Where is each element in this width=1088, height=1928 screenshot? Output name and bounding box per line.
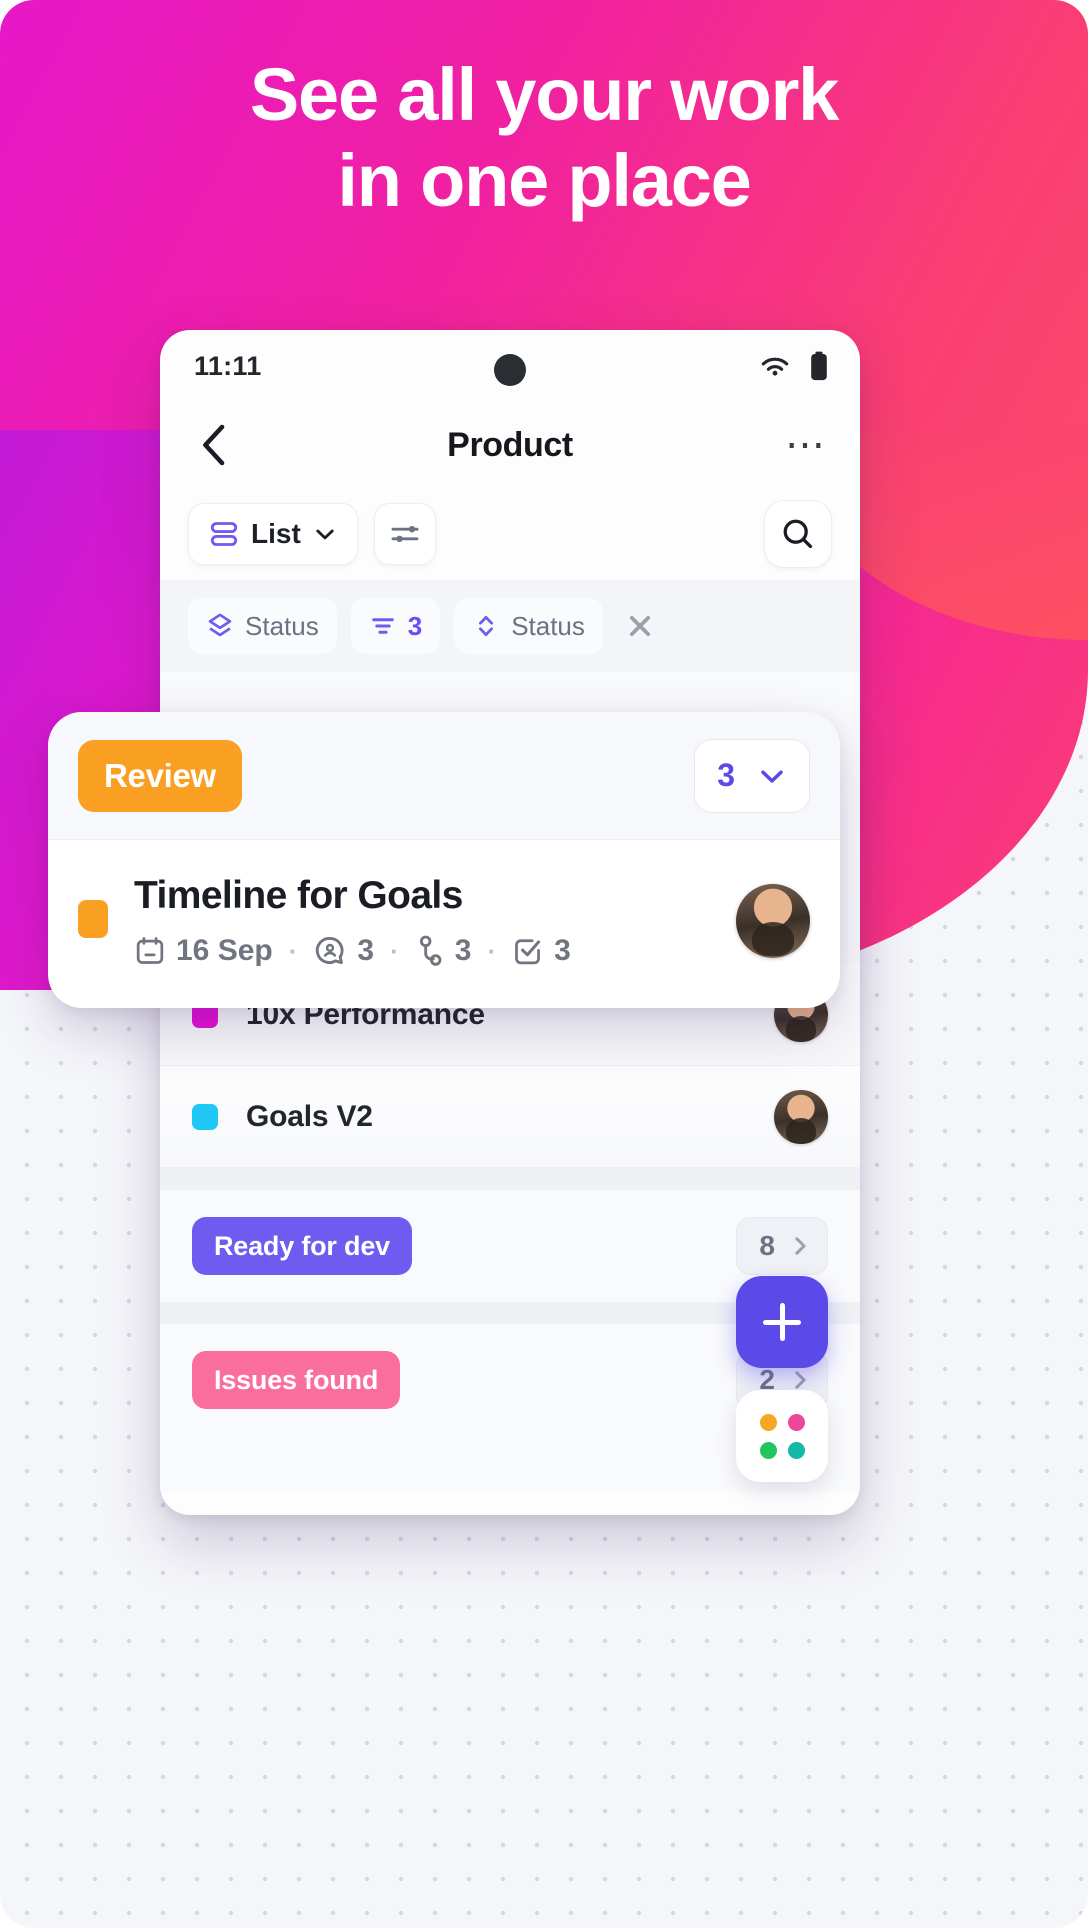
chevron-down-icon xyxy=(761,769,783,783)
review-card-task[interactable]: Timeline for Goals 16 Sep · 3 · 3 · 3 xyxy=(48,840,840,1008)
nav-bar: Product ⋯ xyxy=(160,402,860,488)
list-view-icon xyxy=(210,522,238,546)
view-selector-button[interactable]: List xyxy=(188,503,358,565)
view-settings-button[interactable] xyxy=(373,503,436,565)
clear-filters-button[interactable] xyxy=(617,603,663,649)
filter-chip-sort[interactable]: Status xyxy=(454,598,603,654)
page-title: Product xyxy=(447,425,573,464)
headline-line-1: See all your work xyxy=(249,53,839,136)
camera-punch-hole-icon xyxy=(494,354,526,386)
search-icon xyxy=(783,519,813,549)
task-subtasks: 3 xyxy=(415,934,472,968)
layers-icon xyxy=(208,613,232,637)
status-group-count-label: 8 xyxy=(759,1230,775,1261)
status-badge: Ready for dev xyxy=(192,1217,412,1275)
filter-chip-count[interactable]: 3 xyxy=(350,598,441,654)
filter-chip-count-label: 3 xyxy=(407,610,423,641)
subtask-icon xyxy=(419,935,442,966)
task-subtasks-count: 3 xyxy=(454,934,472,967)
task-checklist-count: 3 xyxy=(554,934,571,967)
app-dot-green xyxy=(759,1441,777,1459)
status-badge: Issues found xyxy=(192,1351,401,1409)
group-divider xyxy=(160,1168,860,1190)
filter-icon xyxy=(371,618,394,634)
filter-chip-sort-label: Status xyxy=(511,610,585,641)
status-group-count[interactable]: 8 xyxy=(736,1217,828,1275)
app-dot-pink xyxy=(787,1413,805,1431)
app-switcher-button[interactable] xyxy=(736,1390,828,1482)
review-group-card: Review 3 Timeline for Goals 16 Sep · 3 ·… xyxy=(48,712,840,1008)
status-badge: Review xyxy=(78,739,242,812)
promo-canvas: See all your work in one place 11:11 Pro… xyxy=(0,0,1088,1928)
task-meta: 16 Sep · 3 · 3 · 3 xyxy=(134,934,736,968)
review-count-dropdown[interactable]: 3 xyxy=(694,738,810,813)
task-comments: 3 xyxy=(313,934,374,968)
task-due-date-label: 16 Sep xyxy=(176,934,273,967)
headline-line-2: in one place xyxy=(337,138,751,222)
task-color-marker xyxy=(78,900,108,938)
battery-icon xyxy=(811,351,827,381)
comment-icon xyxy=(316,936,344,965)
status-bar: 11:11 xyxy=(160,330,860,402)
wifi-icon xyxy=(761,357,789,376)
filter-chip-status-group[interactable]: Status xyxy=(188,598,337,654)
review-count-label: 3 xyxy=(717,757,735,793)
checklist-icon xyxy=(515,939,541,965)
chevron-down-icon xyxy=(316,529,334,540)
close-icon xyxy=(629,615,650,637)
review-card-header: Review 3 xyxy=(48,712,840,840)
task-color-marker xyxy=(192,1103,218,1130)
search-button[interactable] xyxy=(764,500,832,568)
status-bar-time: 11:11 xyxy=(194,350,262,381)
app-dot-teal xyxy=(787,1441,805,1459)
chevron-right-icon xyxy=(795,1237,806,1255)
status-bar-indicators xyxy=(757,351,828,381)
task-due-date: 16 Sep xyxy=(134,934,273,968)
promo-headline: See all your work in one place xyxy=(0,52,1088,224)
task-row[interactable]: Goals V2 xyxy=(160,1066,860,1168)
task-title: Timeline for Goals xyxy=(134,874,463,917)
filter-chips-row: Status 3 Status xyxy=(160,580,860,672)
sort-icon xyxy=(479,615,494,637)
meta-separator: · xyxy=(487,935,497,966)
view-toolbar: List xyxy=(160,488,860,580)
meta-separator: · xyxy=(390,935,399,966)
sliders-icon xyxy=(391,526,419,542)
task-checklist: 3 xyxy=(512,934,571,968)
calendar-icon xyxy=(136,937,164,964)
app-dot-orange xyxy=(759,1413,777,1431)
filter-chip-label: Status xyxy=(245,610,319,641)
avatar[interactable] xyxy=(736,884,810,958)
add-task-fab[interactable] xyxy=(736,1276,828,1368)
view-selector-label: List xyxy=(251,518,301,549)
task-name: Goals V2 xyxy=(246,1099,373,1133)
meta-separator: · xyxy=(288,935,298,966)
task-details: Timeline for Goals 16 Sep · 3 · 3 · 3 xyxy=(134,874,736,968)
avatar[interactable] xyxy=(774,1089,828,1144)
chevron-right-icon xyxy=(795,1371,806,1389)
task-comments-count: 3 xyxy=(357,934,375,967)
